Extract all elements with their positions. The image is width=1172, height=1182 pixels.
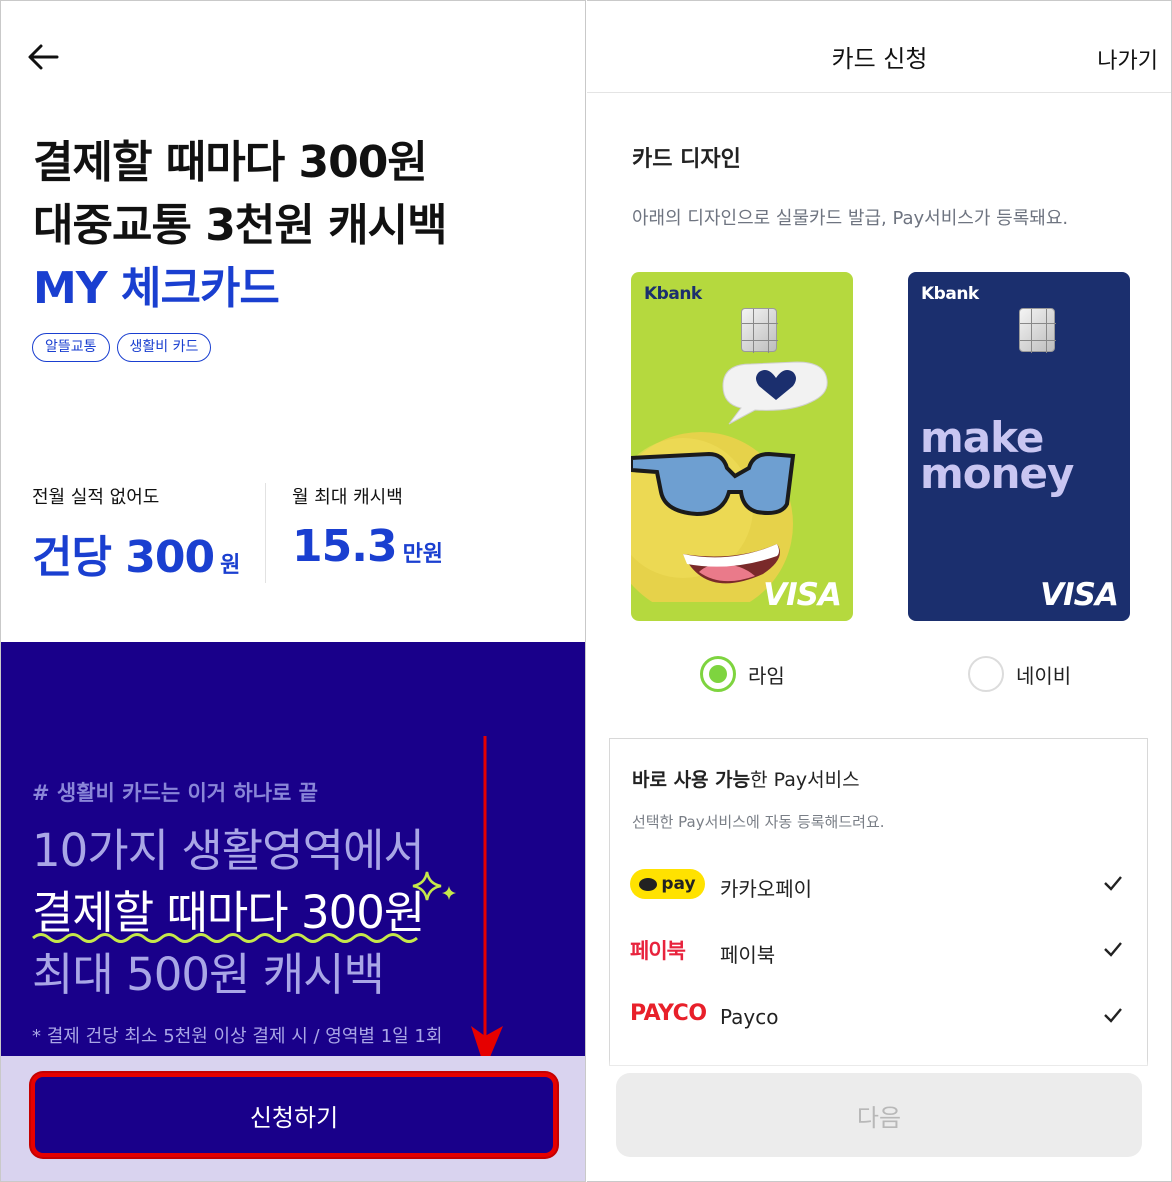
emoji-sunglasses-illustration-icon: [631, 361, 828, 602]
exit-button[interactable]: 나가기: [1097, 43, 1158, 75]
promo-footnote: * 결제 건당 최소 5천원 이상 결제 시 / 영역별 1일 1회: [32, 1026, 443, 1047]
tag-chip: 알뜰교통: [32, 333, 110, 362]
apply-button[interactable]: 신청하기: [31, 1073, 557, 1157]
check-icon[interactable]: [1103, 939, 1123, 959]
back-arrow-icon[interactable]: [23, 37, 63, 77]
option-navy[interactable]: 네이비: [968, 656, 1071, 692]
page-headline: 결제할 때마다 300원 대중교통 3천원 캐시백 MY 체크카드: [33, 131, 448, 320]
pay-section-description: 선택한 Pay서비스에 자동 등록해드려요.: [632, 813, 885, 831]
pay-item-name: 페이북: [720, 943, 776, 967]
stat-per-payment: 전월 실적 없어도 건당 300 원: [32, 483, 240, 585]
stat-monthly-max: 월 최대 캐시백 15.3 만원: [292, 483, 443, 572]
option-label: 라임: [748, 663, 785, 688]
check-icon[interactable]: [1103, 1005, 1123, 1025]
paybooc-logo-icon: 페이북: [630, 939, 686, 963]
visa-logo: VISA: [1040, 577, 1119, 613]
check-icon[interactable]: [1103, 873, 1123, 893]
page-title: 카드 신청: [831, 45, 928, 73]
stat-unit: 원: [220, 553, 241, 578]
chip-icon: [1019, 308, 1056, 353]
kbank-logo: Kbank: [921, 284, 979, 304]
stat-value: 15.3: [292, 521, 398, 572]
option-lime[interactable]: 라임: [700, 656, 785, 692]
promo-hashtag: # 생활비 카드는 이거 하나로 끝: [32, 781, 318, 805]
pay-section-title: 바로 사용 가능한 Pay서비스: [632, 769, 860, 791]
pay-item-name: Payco: [720, 1005, 779, 1029]
stat-unit: 만원: [402, 542, 444, 567]
option-label: 네이비: [1016, 663, 1072, 688]
tag-chip: 생활비 카드: [116, 333, 212, 362]
section-description: 아래의 디자인으로 실물카드 발급, Pay서비스가 등록돼요.: [632, 208, 1069, 229]
card-design-navy[interactable]: Kbank make money VISA: [908, 272, 1130, 621]
down-arrow-annotation-icon: [471, 736, 503, 1069]
card-intro-screen: 결제할 때마다 300원 대중교통 3천원 캐시백 MY 체크카드 알뜰교통 생…: [0, 0, 586, 1182]
card-application-screen: 카드 신청 나가기 카드 디자인 아래의 디자인으로 실물카드 발급, Pay서…: [587, 0, 1172, 1182]
make-money-text: make money: [920, 413, 1074, 498]
radio-selected-icon[interactable]: [700, 656, 736, 692]
pay-item-name: 카카오페이: [720, 877, 812, 901]
next-button-disabled[interactable]: 다음: [616, 1073, 1142, 1157]
promo-line-1: 10가지 생활영역에서: [32, 824, 425, 877]
stat-caption: 전월 실적 없어도: [32, 487, 160, 508]
pay-item-payco[interactable]: PAYCO Payco: [610, 997, 1149, 1037]
pay-item-kakaopay[interactable]: pay 카카오페이: [610, 865, 1149, 905]
visa-logo: VISA: [763, 577, 842, 613]
pay-item-paybooc[interactable]: 페이북 페이북: [610, 931, 1149, 971]
bottom-fade: [587, 1059, 1171, 1073]
radio-unselected-icon[interactable]: [968, 656, 1004, 692]
cta-bar: 신청하기: [1, 1056, 585, 1181]
headline-line-2: 대중교통 3천원 캐시백: [33, 200, 448, 251]
kbank-logo: Kbank: [644, 284, 702, 304]
app-header: 카드 신청 나가기: [587, 1, 1171, 93]
stat-divider: [265, 483, 266, 583]
promo-line-3: 최대 500원 캐시백: [32, 948, 385, 1001]
card-design-lime[interactable]: Kbank VISA: [631, 272, 853, 621]
pay-service-box: 바로 사용 가능한 Pay서비스 선택한 Pay서비스에 자동 등록해드려요. …: [609, 738, 1148, 1066]
squiggle-underline-icon: [32, 933, 418, 943]
payco-logo-icon: PAYCO: [630, 1001, 707, 1026]
tag-list: 알뜰교통 생활비 카드: [32, 333, 212, 362]
headline-line-1: 결제할 때마다 300원: [33, 137, 428, 188]
sparkle-icon: [412, 871, 456, 901]
promo-copy: 10가지 생활영역에서 결제할 때마다 300원 최대 500원 캐시백: [32, 820, 425, 1006]
kakaopay-logo-icon: pay: [630, 869, 705, 899]
stat-value: 건당 300: [32, 532, 215, 583]
stat-caption: 월 최대 캐시백: [292, 487, 403, 508]
card-name: MY 체크카드: [33, 263, 280, 314]
section-title: 카드 디자인: [632, 147, 741, 172]
